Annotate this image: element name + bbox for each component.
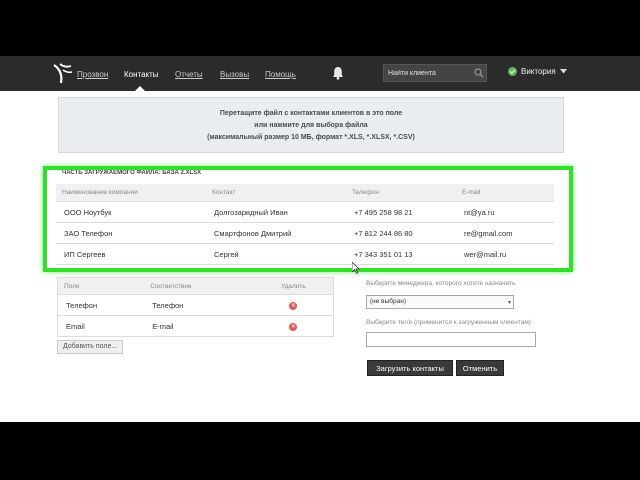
nav-item-calls[interactable]: Вызовы (220, 70, 249, 79)
upload-contacts-button[interactable]: Загрузить контакты (367, 360, 453, 376)
mouse-cursor-icon (352, 262, 360, 274)
manager-label: Выберите менеджера, которого хотите назн… (366, 280, 516, 287)
column-header: Поле (57, 277, 145, 295)
check-circle-icon (508, 67, 517, 76)
manager-select[interactable]: (не выбран) ▾ (366, 295, 514, 309)
mapping-row: Email E-mail ✕ (57, 315, 334, 337)
add-field-button[interactable]: Добавить поле... (57, 340, 124, 354)
dropzone-line-3: (максимальный размер 10 МБ, формат *.XLS… (207, 134, 415, 141)
chevron-down-icon: ▾ (507, 300, 511, 306)
highlight-frame (43, 166, 573, 272)
delete-icon[interactable]: ✕ (289, 323, 298, 331)
field-match[interactable]: Телефон (144, 294, 254, 316)
dropzone-line-2: или нажмите для выбора файла (254, 122, 368, 129)
cancel-button[interactable]: Отменить (456, 360, 504, 376)
top-navigation-bar: Прозвон Контакты Отчеты Вызовы Помощь Ви… (0, 56, 640, 91)
user-menu[interactable]: Виктория (508, 67, 567, 76)
field-name: Телефон (57, 294, 145, 316)
delete-icon[interactable]: ✕ (289, 302, 298, 310)
tag-label: Выберите тег/и (применится к загруженным… (366, 319, 531, 326)
logo-icon[interactable] (50, 61, 76, 87)
tag-input[interactable] (366, 332, 536, 347)
nav-item-reports[interactable]: Отчеты (175, 70, 203, 79)
mapping-row: Телефон Телефон ✕ (57, 294, 334, 316)
manager-select-value: (не выбран) (370, 298, 407, 305)
dropzone-line-1: Перетащите файл с контактами клиентов в … (219, 110, 403, 117)
nav-item-calls-queue[interactable]: Прозвон (77, 70, 108, 79)
delete-cell: ✕ (253, 315, 334, 337)
field-match[interactable]: E-mail (144, 315, 254, 337)
chevron-down-icon (559, 69, 567, 74)
delete-cell: ✕ (253, 294, 334, 316)
table-header-row: Поле Соответствие Удалить (57, 277, 334, 295)
search-box (383, 64, 487, 82)
search-icon[interactable] (474, 68, 484, 78)
column-header: Соответствие (144, 277, 254, 295)
field-name: Email (57, 315, 145, 337)
bell-icon[interactable] (332, 66, 344, 80)
nav-item-help[interactable]: Помощь (265, 70, 296, 79)
active-tab-indicator (135, 86, 145, 91)
file-dropzone[interactable]: Перетащите файл с контактами клиентов в … (58, 97, 564, 153)
user-name: Виктория (521, 67, 556, 76)
field-mapping-table: Поле Соответствие Удалить Телефон Телефо… (57, 277, 334, 337)
nav-item-contacts[interactable]: Контакты (124, 70, 159, 79)
search-input[interactable] (388, 67, 468, 79)
column-header: Удалить (253, 277, 334, 295)
app-window: Прозвон Контакты Отчеты Вызовы Помощь Ви… (0, 56, 640, 422)
